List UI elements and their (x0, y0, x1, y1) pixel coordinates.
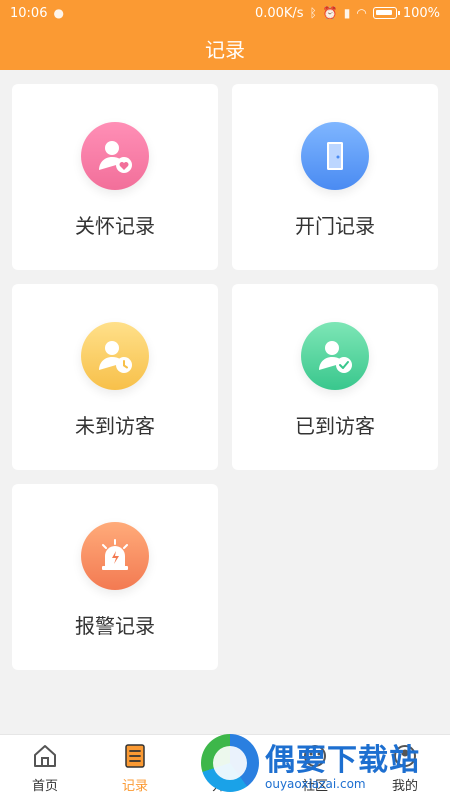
status-bar: 10:06 ● 0.00K/s ᛒ ⏰ ▮ ◠ 100% (0, 0, 450, 26)
wifi-icon: ◠ (356, 6, 367, 20)
home-icon (30, 741, 60, 771)
alarm-siren-icon (81, 522, 149, 590)
card-label: 未到访客 (75, 414, 155, 438)
bluetooth-icon: ᛒ (309, 6, 317, 20)
tab-record[interactable]: 记录 (95, 741, 175, 794)
tab-label: 社区 (301, 779, 328, 794)
tab-home[interactable]: 首页 (5, 741, 85, 794)
bottom-tab-bar: 首页 记录 开门 社区 我的 (0, 734, 450, 800)
tab-label: 开门 (211, 779, 238, 794)
record-list-icon (120, 741, 150, 771)
tab-label: 我的 (391, 779, 418, 794)
card-visitor-arrived[interactable]: 已到访客 (232, 284, 438, 470)
card-alarm-record[interactable]: 报警记录 (12, 484, 218, 670)
community-icon (300, 741, 330, 771)
profile-icon (390, 741, 420, 771)
door-icon (301, 122, 369, 190)
notification-icon: ● (53, 6, 64, 20)
tab-label: 首页 (31, 779, 58, 794)
card-care-record[interactable]: 关怀记录 (12, 84, 218, 270)
tab-open-door[interactable]: 开门 (185, 741, 265, 794)
page-title: 记录 (205, 37, 245, 62)
card-label: 已到访客 (295, 414, 375, 438)
person-clock-icon (81, 322, 149, 390)
battery-icon (372, 7, 400, 19)
title-bar: 记录 (0, 26, 450, 70)
tab-label: 记录 (121, 779, 148, 794)
alarm-icon: ⏰ (322, 6, 338, 20)
record-grid: 关怀记录 开门记录 未到访客 已到访客 报警记录 (12, 84, 438, 670)
card-visitor-absent[interactable]: 未到访客 (12, 284, 218, 470)
card-door-record[interactable]: 开门记录 (232, 84, 438, 270)
status-time: 10:06 (10, 5, 48, 21)
tab-community[interactable]: 社区 (275, 741, 355, 794)
card-label: 关怀记录 (75, 214, 155, 238)
door-open-icon (210, 741, 240, 771)
signal-icon: ▮ (343, 6, 351, 20)
tab-profile[interactable]: 我的 (365, 741, 445, 794)
network-speed: 0.00K/s (254, 5, 304, 21)
battery-percent: 100% (402, 5, 440, 21)
person-heart-icon (81, 122, 149, 190)
card-label: 开门记录 (295, 214, 375, 238)
card-label: 报警记录 (75, 614, 155, 638)
person-check-icon (301, 322, 369, 390)
